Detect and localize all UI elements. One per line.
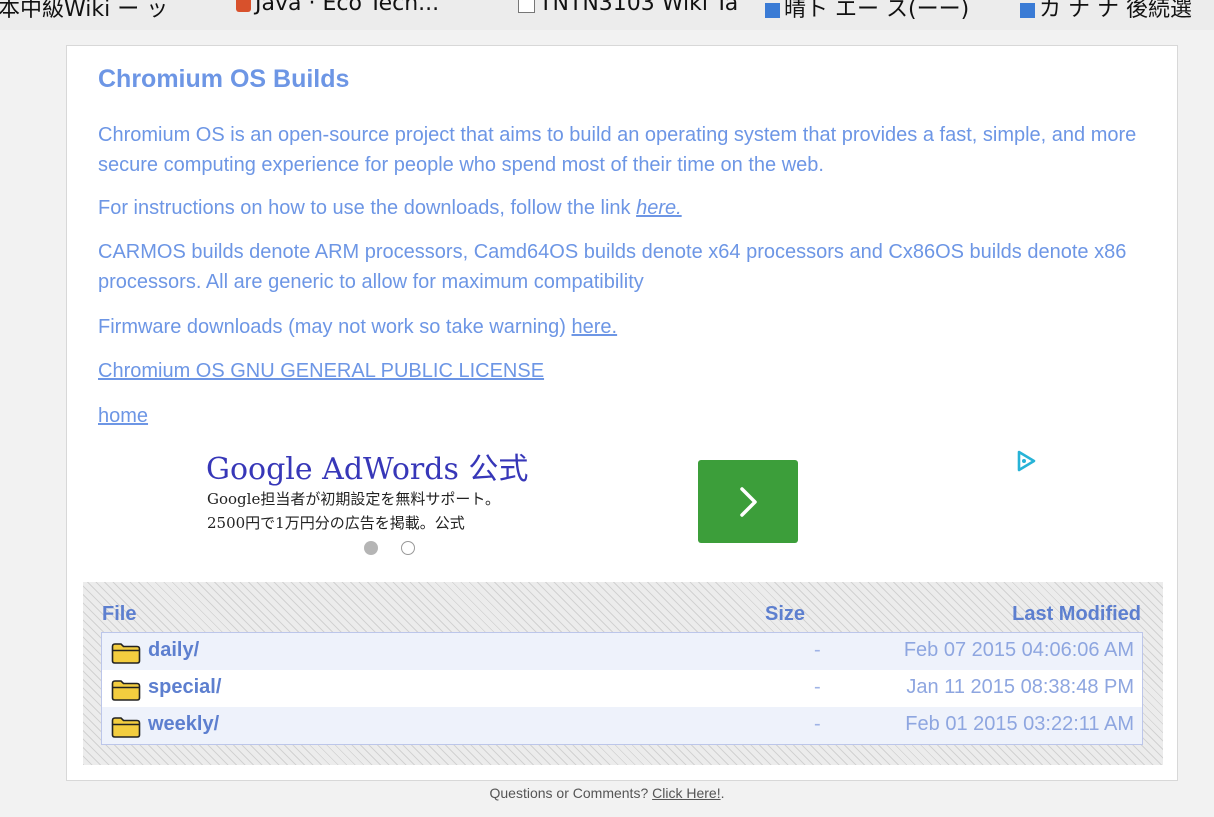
file-modified-date: Feb 07 2015 04:06:06 AM	[903, 639, 1134, 661]
adchoices-icon[interactable]	[1015, 450, 1037, 472]
home-link[interactable]: home	[98, 405, 148, 427]
file-table: daily/ - Feb 07 2015 04:06:06 AM special…	[101, 632, 1143, 745]
bookmark-favicon-icon	[236, 0, 251, 12]
bookmarks-bar: 本中級Wiki ー ッ Java · Eco Tech... TNTN3103 …	[0, 0, 1214, 30]
footer: Questions or Comments? Click Here!.	[489, 785, 725, 801]
intro-paragraph: Chromium OS is an open-source project th…	[98, 124, 1137, 176]
firmware-link[interactable]: here.	[572, 316, 618, 338]
ad-carousel-dot-active[interactable]	[364, 541, 378, 555]
ad-description-line1: Google担当者が初期設定を無料サポート。	[207, 490, 501, 508]
ad-description-line2: 2500円で1万円分の広告を掲載。公式	[207, 514, 465, 532]
folder-icon	[111, 717, 141, 738]
file-link[interactable]: special/	[148, 676, 221, 699]
file-link[interactable]: daily/	[148, 639, 199, 662]
bookmark-item[interactable]: カ ナ ナ 後続選	[1020, 0, 1192, 23]
bookmark-item[interactable]: 晴ト エー ス(ーー)	[765, 0, 969, 23]
table-row[interactable]: special/ - Jan 11 2015 08:38:48 PM	[102, 670, 1142, 707]
folder-icon	[111, 643, 141, 664]
content-card: Chromium OS Builds Chromium OS is an ope…	[66, 45, 1178, 781]
file-size: -	[814, 713, 821, 735]
chevron-right-icon	[740, 486, 757, 517]
instructions-paragraph: For instructions on how to use the downl…	[98, 197, 682, 219]
license-paragraph: Chromium OS GNU GENERAL PUBLIC LICENSE	[98, 356, 1158, 386]
architecture-paragraph: CARMOS builds denote ARM processors, Cam…	[98, 241, 1127, 293]
license-link[interactable]: Chromium OS GNU GENERAL PUBLIC LICENSE	[98, 360, 544, 382]
page-title: Chromium OS Builds	[98, 65, 350, 93]
file-size: -	[814, 639, 821, 661]
ad-arrow-button[interactable]	[698, 460, 798, 543]
home-paragraph: home	[98, 401, 1158, 431]
file-modified-date: Jan 11 2015 08:38:48 PM	[906, 676, 1134, 698]
firmware-paragraph: Firmware downloads (may not work so take…	[98, 316, 618, 338]
feedback-link[interactable]: Click Here!	[652, 785, 720, 801]
table-row[interactable]: daily/ - Feb 07 2015 04:06:06 AM	[102, 633, 1142, 670]
file-link[interactable]: weekly/	[148, 713, 219, 736]
bookmark-favicon-icon	[765, 2, 780, 18]
bookmark-item[interactable]: TNTN3103 Wiki Ta	[518, 0, 738, 16]
bookmark-item[interactable]: Java · Eco Tech...	[236, 0, 439, 16]
instructions-link[interactable]: here.	[636, 197, 682, 219]
page-icon	[518, 0, 535, 13]
column-header-file[interactable]: File	[102, 603, 136, 626]
folder-icon	[111, 680, 141, 701]
column-header-size[interactable]: Size	[765, 603, 805, 626]
bookmark-item[interactable]: 本中級Wiki ー ッ	[0, 0, 168, 23]
file-modified-date: Feb 01 2015 03:22:11 AM	[905, 713, 1134, 735]
bookmark-favicon-icon	[1020, 2, 1035, 18]
file-listing: File Size Last Modified daily/ - Feb 07 …	[83, 582, 1163, 765]
ad-carousel-dot[interactable]	[401, 541, 415, 555]
table-row[interactable]: weekly/ - Feb 01 2015 03:22:11 AM	[102, 707, 1142, 744]
file-size: -	[814, 676, 821, 698]
ad-title[interactable]: Google AdWords 公式	[206, 444, 528, 488]
column-header-last-modified[interactable]: Last Modified	[1012, 603, 1141, 626]
